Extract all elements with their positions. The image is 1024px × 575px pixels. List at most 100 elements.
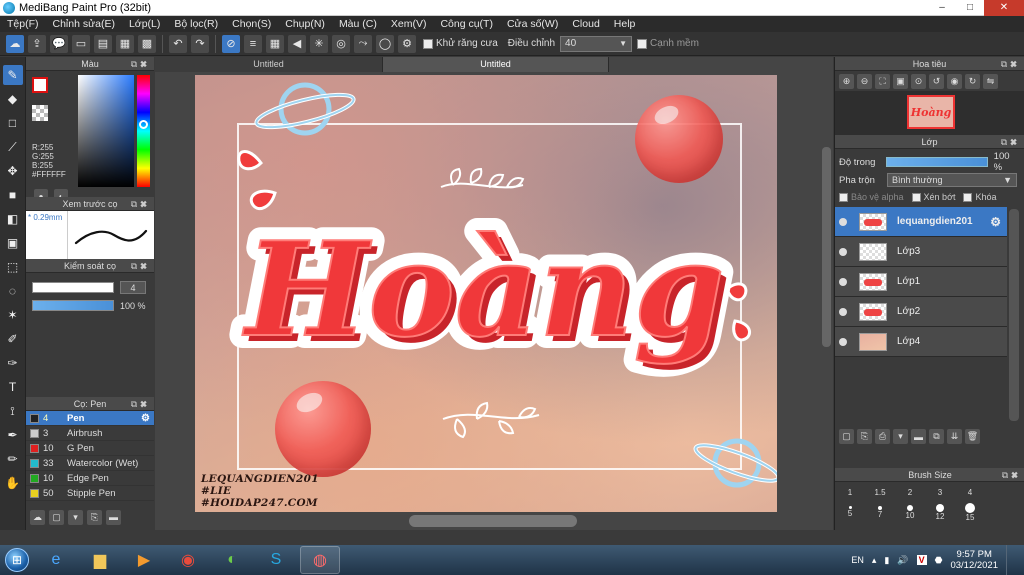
panel-controls[interactable]: ⧉✖	[131, 397, 150, 411]
blend-select[interactable]: Bình thường ▼	[887, 173, 1017, 187]
rotate-left-icon[interactable]: ↺	[929, 73, 944, 89]
brush-item[interactable]: 33 Watercolor (Wet)	[26, 456, 154, 471]
brush-item[interactable]: 3 Airbrush	[26, 426, 154, 441]
clipping-option[interactable]: Xén bớt	[911, 192, 955, 202]
radial-snap-icon[interactable]: ✳	[310, 34, 328, 53]
clipping-checkbox[interactable]	[911, 192, 921, 202]
foreground-color-swatch[interactable]	[32, 77, 48, 93]
add-layer-menu-icon[interactable]: ▾	[893, 429, 908, 444]
brush-size-preset[interactable]: 7	[865, 502, 895, 522]
close-button[interactable]: ✕	[984, 0, 1024, 16]
show-desktop-button[interactable]	[1006, 545, 1016, 575]
menu-select[interactable]: Chọn(S)	[225, 18, 278, 30]
visibility-eye-icon[interactable]	[839, 337, 847, 346]
network-icon[interactable]: ▮	[884, 555, 889, 566]
brush-opacity-slider[interactable]	[32, 300, 114, 311]
rotate-reset-icon[interactable]: ◉	[947, 73, 962, 89]
new-color-layer-icon[interactable]: ⎘	[857, 429, 872, 444]
medibang-taskbar-icon[interactable]: ◍	[300, 546, 340, 574]
brush-item[interactable]: 4 Pen ⚙	[26, 411, 154, 426]
move-tool-icon[interactable]: ✥	[3, 161, 23, 181]
media-player-icon[interactable]: ▶	[124, 546, 164, 574]
horizontal-scrollbar[interactable]	[409, 515, 577, 527]
chrome-icon[interactable]: ◉	[168, 546, 208, 574]
soft-edge-checkbox[interactable]	[637, 38, 648, 49]
redo-icon[interactable]: ↷	[191, 34, 209, 53]
new-layer-icon[interactable]: ▢	[839, 429, 854, 444]
visibility-eye-icon[interactable]	[839, 307, 847, 316]
curve-snap-icon[interactable]: ⤳	[354, 34, 372, 53]
menu-window[interactable]: Cửa số(W)	[500, 18, 565, 30]
ring-snap-icon[interactable]: ◯	[376, 34, 394, 53]
pen-tool-icon[interactable]: ✏	[3, 449, 23, 469]
transparent-color-swatch[interactable]	[32, 105, 48, 121]
lock-option[interactable]: Khóa	[963, 192, 997, 202]
export-icon[interactable]: ⇪	[28, 34, 46, 53]
new-brush-icon[interactable]: ▢	[49, 509, 64, 525]
file-explorer-icon[interactable]: ▆	[80, 546, 120, 574]
layer-row[interactable]: Lớp1	[835, 267, 1007, 297]
volume-icon[interactable]: 🔊	[897, 555, 908, 566]
layer-folder-icon[interactable]: ▬	[911, 429, 926, 444]
brush-size-preset[interactable]: 3	[925, 482, 955, 502]
grid-icon[interactable]: ▩	[138, 34, 156, 53]
dropper-tool-icon[interactable]: ✒	[3, 425, 23, 445]
menu-cloud[interactable]: Cloud	[565, 18, 606, 30]
layer-row[interactable]: Lớp2	[835, 297, 1007, 327]
layer-row[interactable]: Lớp3	[835, 237, 1007, 267]
zoom-in-icon[interactable]: ⊕	[839, 73, 854, 89]
circle-snap-icon[interactable]: ◎	[332, 34, 350, 53]
cloud-brush-icon[interactable]: ☁	[30, 509, 45, 525]
unikey-icon[interactable]: V	[916, 555, 927, 565]
tray-arrow-icon[interactable]: ▴	[872, 555, 877, 566]
menu-color[interactable]: Màu (C)	[332, 18, 384, 30]
panel-controls[interactable]: ⧉✖	[1002, 468, 1021, 482]
vertical-scrollbar[interactable]	[822, 147, 831, 347]
select-pen-tool-icon[interactable]: ✐	[3, 329, 23, 349]
eraser-tool-icon[interactable]: ◆	[3, 89, 23, 109]
layer-row[interactable]: Lớp4	[835, 327, 1007, 357]
hand-tool-icon[interactable]: ✋	[3, 473, 23, 493]
panel-icon[interactable]: ▦	[116, 34, 134, 53]
gear-icon[interactable]: ⚙	[141, 413, 150, 424]
no-snap-icon[interactable]: ⊘	[222, 34, 240, 53]
brush-tool-icon[interactable]: ✎	[2, 65, 23, 85]
panel-controls[interactable]: ⧉✖	[1001, 135, 1020, 149]
cross-snap-icon[interactable]: ▦	[266, 34, 284, 53]
panel-controls[interactable]: ⧉✖	[131, 57, 150, 71]
brush-item[interactable]: 10 Edge Pen	[26, 471, 154, 486]
gradient-tool-icon[interactable]: ▣	[3, 233, 23, 253]
maximize-button[interactable]: □	[956, 0, 984, 16]
saturation-value-picker[interactable]	[78, 75, 134, 187]
brush-size-preset[interactable]: 1.5	[865, 482, 895, 502]
fit-icon[interactable]: ⛶	[875, 73, 890, 89]
skype-icon[interactable]: S	[256, 546, 296, 574]
merge-layer-icon[interactable]: ⇊	[947, 429, 962, 444]
lasso-tool-icon[interactable]: ◌	[3, 281, 23, 301]
zoom-out-icon[interactable]: ⊖	[857, 73, 872, 89]
rotate-right-icon[interactable]: ↻	[965, 73, 980, 89]
soft-edge-option[interactable]: Cạnh mềm	[637, 38, 699, 49]
layer-list-scrollbar[interactable]	[1009, 209, 1019, 421]
gear-icon[interactable]: ⚙	[990, 215, 1001, 229]
actual-size-icon[interactable]: ▣	[893, 73, 908, 89]
menu-tools[interactable]: Công cụ(T)	[433, 18, 500, 30]
brush-folder-icon[interactable]: ▬	[106, 509, 121, 525]
visibility-eye-icon[interactable]	[839, 247, 847, 256]
protect-alpha-checkbox[interactable]	[839, 192, 848, 202]
note-icon[interactable]: ▤	[94, 34, 112, 53]
select-tool-icon[interactable]: ⬚	[3, 257, 23, 277]
cococ-browser-icon[interactable]: ◐	[212, 546, 252, 574]
menu-edit[interactable]: Chỉnh sửa(E)	[46, 18, 122, 30]
rectangle-tool-icon[interactable]: □	[3, 113, 23, 133]
minimize-button[interactable]: –	[928, 0, 956, 16]
fill-rect-tool-icon[interactable]: ■	[3, 185, 23, 205]
start-button[interactable]: ⊞	[0, 545, 34, 575]
protect-alpha-option[interactable]: Bảo vệ alpha	[839, 192, 904, 202]
brush-size-preset[interactable]: 5	[835, 502, 865, 522]
flip-icon[interactable]: ⇋	[983, 73, 998, 89]
hue-slider-knob[interactable]	[139, 120, 148, 129]
visibility-eye-icon[interactable]	[839, 217, 847, 226]
menu-view[interactable]: Xem(V)	[384, 18, 434, 30]
adjust-select[interactable]: 40 ▼	[560, 35, 633, 52]
